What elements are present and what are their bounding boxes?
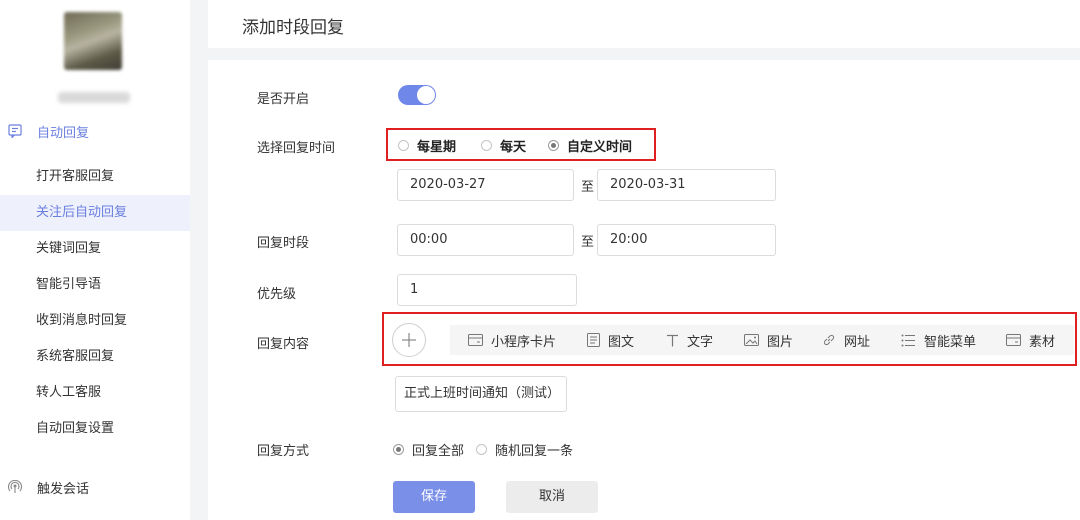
range-separator: 至 [581, 180, 595, 195]
plus-icon [402, 333, 416, 347]
content-item[interactable]: 正式上班时间通知（测试） [395, 376, 567, 412]
toggle-knob [417, 86, 435, 104]
form-panel: 是否开启 选择回复时间 每星期 每天 自定义时间 2020-03-27 至 20… [208, 60, 1080, 520]
article-icon [587, 333, 600, 347]
page-header: 添加时段回复 [208, 0, 1080, 48]
enable-toggle[interactable] [398, 85, 436, 105]
radio-circle [548, 140, 559, 151]
list-icon [901, 334, 915, 346]
tool-label: 素材 [1029, 334, 1056, 350]
sidebar-item-follow-auto-reply[interactable]: 关注后自动回复 [0, 195, 190, 231]
sidebar: 自动回复 打开客服回复 关注后自动回复 关键词回复 智能引导语 收到消息时回复 … [0, 0, 190, 520]
menu-group-trigger-session[interactable]: 触发会话 [0, 469, 190, 505]
radio-label: 回复全部 [412, 444, 465, 459]
radio-custom[interactable]: 自定义时间 [548, 136, 632, 155]
radio-label: 自定义时间 [567, 140, 633, 155]
tool-label: 图片 [767, 334, 794, 350]
image-icon [744, 334, 759, 346]
tool-label: 图文 [608, 334, 635, 350]
page-title: 添加时段回复 [242, 18, 344, 38]
date-end-input[interactable]: 2020-03-31 [597, 169, 776, 201]
reply-content-label: 回复内容 [257, 337, 310, 352]
sidebar-item-smart-guide[interactable]: 智能引导语 [0, 267, 190, 303]
radio-label: 每天 [500, 140, 527, 155]
sidebar-item-system-service-reply[interactable]: 系统客服回复 [0, 339, 190, 375]
message-icon [8, 124, 22, 138]
tool-label: 文字 [687, 334, 714, 350]
enable-label: 是否开启 [257, 92, 310, 107]
tool-material[interactable]: 素材 [1006, 325, 1055, 355]
sidebar-item-auto-reply-settings[interactable]: 自动回复设置 [0, 411, 190, 447]
sidebar-item-on-message-reply[interactable]: 收到消息时回复 [0, 303, 190, 339]
tool-smart-menu[interactable]: 智能菜单 [901, 325, 976, 355]
date-start-input[interactable]: 2020-03-27 [397, 169, 574, 201]
time-start-input[interactable]: 00:00 [397, 224, 574, 256]
cancel-button[interactable]: 取消 [506, 481, 598, 513]
menu-group-auto-reply[interactable]: 自动回复 [0, 113, 190, 149]
signal-icon [8, 480, 22, 493]
save-button[interactable]: 保存 [393, 481, 475, 513]
sidebar-item-transfer-human[interactable]: 转人工客服 [0, 375, 190, 411]
menu-group-label: 自动回复 [37, 125, 90, 141]
account-nickname [58, 92, 130, 103]
tool-label: 网址 [844, 334, 871, 350]
radio-daily[interactable]: 每天 [481, 136, 526, 155]
priority-label: 优先级 [257, 287, 297, 302]
range-separator: 至 [581, 235, 595, 250]
tool-mini-program-card[interactable]: 小程序卡片 [468, 325, 556, 355]
material-icon [1006, 334, 1021, 346]
sidebar-item-open-service-reply[interactable]: 打开客服回复 [0, 159, 190, 195]
radio-circle [393, 444, 404, 455]
reply-mode-label: 回复方式 [257, 444, 310, 459]
radio-circle [476, 444, 487, 455]
content-toolbar: 小程序卡片 图文 文字 图片 网址 智能菜单 素材 [450, 325, 1074, 355]
reply-time-label: 选择回复时间 [257, 141, 336, 156]
sidebar-item-keyword-reply[interactable]: 关键词回复 [0, 231, 190, 267]
radio-circle [398, 140, 409, 151]
radio-label: 随机回复一条 [495, 444, 574, 459]
time-end-input[interactable]: 20:00 [597, 224, 776, 256]
radio-label: 每星期 [417, 140, 457, 155]
tool-text[interactable]: 文字 [666, 325, 713, 355]
avatar [64, 12, 122, 70]
menu-group-label: 触发会话 [37, 481, 90, 497]
tool-image[interactable]: 图片 [744, 325, 793, 355]
tool-article[interactable]: 图文 [587, 325, 634, 355]
radio-circle [481, 140, 492, 151]
radio-weekly[interactable]: 每星期 [398, 136, 456, 155]
link-icon [823, 334, 835, 346]
tool-label: 小程序卡片 [491, 334, 557, 350]
priority-input[interactable]: 1 [397, 274, 577, 306]
reply-period-label: 回复时段 [257, 236, 310, 251]
radio-reply-all[interactable]: 回复全部 [393, 440, 464, 459]
tool-label: 智能菜单 [924, 334, 977, 350]
radio-random-one[interactable]: 随机回复一条 [476, 440, 573, 459]
add-content-button[interactable] [392, 323, 426, 357]
card-icon [468, 334, 483, 346]
tool-link[interactable]: 网址 [822, 325, 870, 355]
text-icon [667, 334, 678, 346]
